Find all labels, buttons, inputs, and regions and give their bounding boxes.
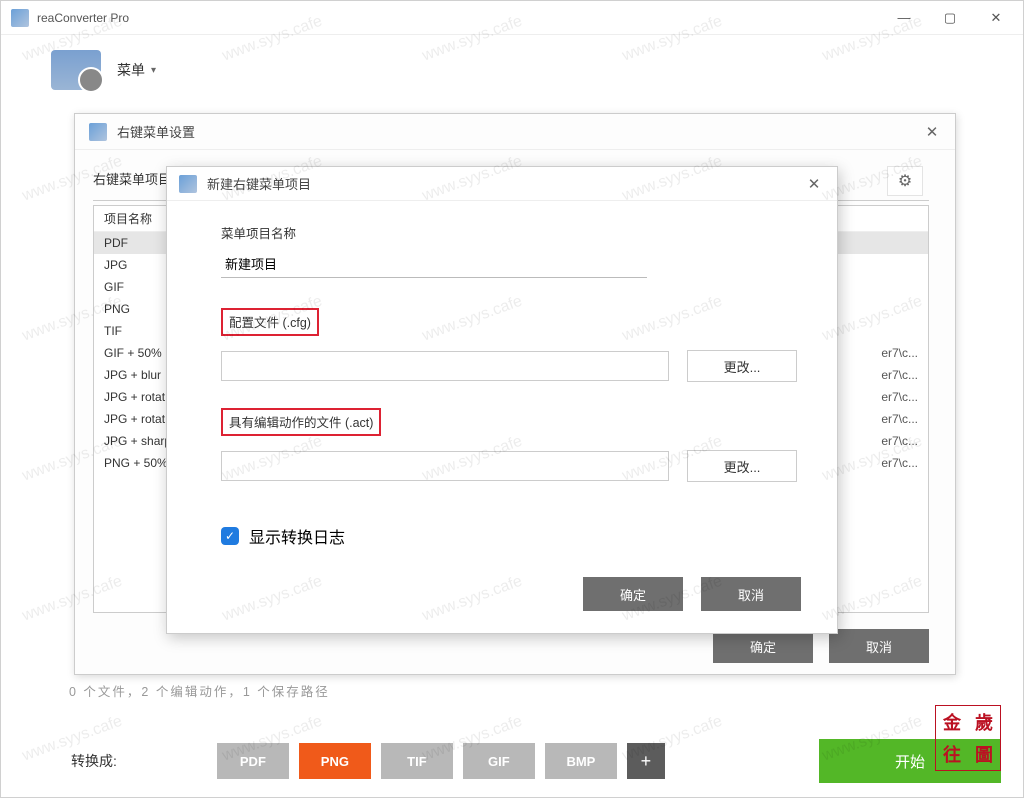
act-file-label: 具有编辑动作的文件 (.act) <box>229 412 373 431</box>
app-icon <box>11 9 29 27</box>
gear-button[interactable]: ⚙ <box>887 166 923 196</box>
list-item-name: GIF + 50% <box>104 346 162 360</box>
list-item-path: er7\c... <box>881 434 918 448</box>
cfg-label-highlight: 配置文件 (.cfg) <box>221 308 319 336</box>
list-item-name: TIF <box>104 324 122 338</box>
new-dialog-close-icon[interactable]: ✕ <box>799 171 829 197</box>
cfg-file-field[interactable] <box>221 351 669 381</box>
menu-button[interactable]: 菜单 ▾ <box>117 60 156 80</box>
seal-stamp: 金歲往圖 <box>935 705 1001 771</box>
format-button-png[interactable]: PNG <box>299 743 371 779</box>
dialog-icon <box>89 123 107 141</box>
chevron-down-icon: ▾ <box>151 65 156 76</box>
checkbox-checked-icon: ✓ <box>221 527 239 545</box>
new-item-dialog: 新建右键菜单项目 ✕ 菜单项目名称 配置文件 (.cfg) 更改... 具有编辑… <box>166 166 838 634</box>
list-item-path: er7\c... <box>881 368 918 382</box>
main-titlebar: reaConverter Pro — ▢ ✕ <box>1 1 1023 35</box>
list-item-name: GIF <box>104 280 124 294</box>
item-name-input[interactable] <box>221 250 647 278</box>
context-items-label: 右键菜单项目 <box>93 169 171 188</box>
list-item-path: er7\c... <box>881 390 918 404</box>
list-item-name: PNG + 50% <box>104 456 168 470</box>
new-ok-button[interactable]: 确定 <box>583 577 683 611</box>
list-item-name: JPG + rotat <box>104 412 165 426</box>
settings-ok-button[interactable]: 确定 <box>713 629 813 663</box>
list-item-name: JPG + rotat <box>104 390 165 404</box>
show-log-checkbox[interactable]: ✓ 显示转换日志 <box>221 524 797 548</box>
add-format-button[interactable]: + <box>627 743 665 779</box>
list-item-name: PNG <box>104 302 130 316</box>
menubar: 菜单 ▾ <box>1 35 1023 105</box>
act-file-field[interactable] <box>221 451 669 481</box>
format-button-tif[interactable]: TIF <box>381 743 453 779</box>
list-item-name: JPG + sharp <box>104 434 171 448</box>
new-cancel-button[interactable]: 取消 <box>701 577 801 611</box>
maximize-button[interactable]: ▢ <box>927 3 973 33</box>
cfg-file-label: 配置文件 (.cfg) <box>229 312 311 331</box>
format-buttons: PDF PNG TIF GIF BMP + <box>217 743 665 779</box>
item-name-label: 菜单项目名称 <box>221 223 797 242</box>
new-dialog-titlebar: 新建右键菜单项目 ✕ <box>167 167 837 201</box>
status-text: 0 个文件，2 个编辑动作，1 个保存路径 <box>69 681 330 700</box>
settings-dialog-titlebar: 右键菜单设置 ✕ <box>75 114 955 150</box>
menu-label: 菜单 <box>117 60 145 80</box>
format-button-pdf[interactable]: PDF <box>217 743 289 779</box>
menu-icon <box>51 50 101 90</box>
format-button-bmp[interactable]: BMP <box>545 743 617 779</box>
settings-dialog-close-icon[interactable]: ✕ <box>917 119 947 145</box>
dialog-icon <box>179 175 197 193</box>
gear-icon: ⚙ <box>898 171 912 191</box>
list-item-name: JPG + blur <box>104 368 161 382</box>
new-dialog-title: 新建右键菜单项目 <box>207 174 799 193</box>
list-item-path: er7\c... <box>881 412 918 426</box>
show-log-label: 显示转换日志 <box>249 524 345 548</box>
format-button-gif[interactable]: GIF <box>463 743 535 779</box>
settings-dialog-title: 右键菜单设置 <box>117 122 917 141</box>
convert-to-label: 转换成: <box>71 751 117 771</box>
settings-cancel-button[interactable]: 取消 <box>829 629 929 663</box>
app-title: reaConverter Pro <box>37 11 881 25</box>
list-item-name: JPG <box>104 258 127 272</box>
list-item-path: er7\c... <box>881 456 918 470</box>
close-button[interactable]: ✕ <box>973 3 1019 33</box>
list-item-name: PDF <box>104 236 128 250</box>
bottom-bar: 转换成: PDFPNGTIFGIFBMP+ 开始 <box>1 725 1023 797</box>
list-item-path: er7\c... <box>881 346 918 360</box>
minimize-button[interactable]: — <box>881 3 927 33</box>
act-label-highlight: 具有编辑动作的文件 (.act) <box>221 408 381 436</box>
cfg-change-button[interactable]: 更改... <box>687 350 797 382</box>
act-change-button[interactable]: 更改... <box>687 450 797 482</box>
